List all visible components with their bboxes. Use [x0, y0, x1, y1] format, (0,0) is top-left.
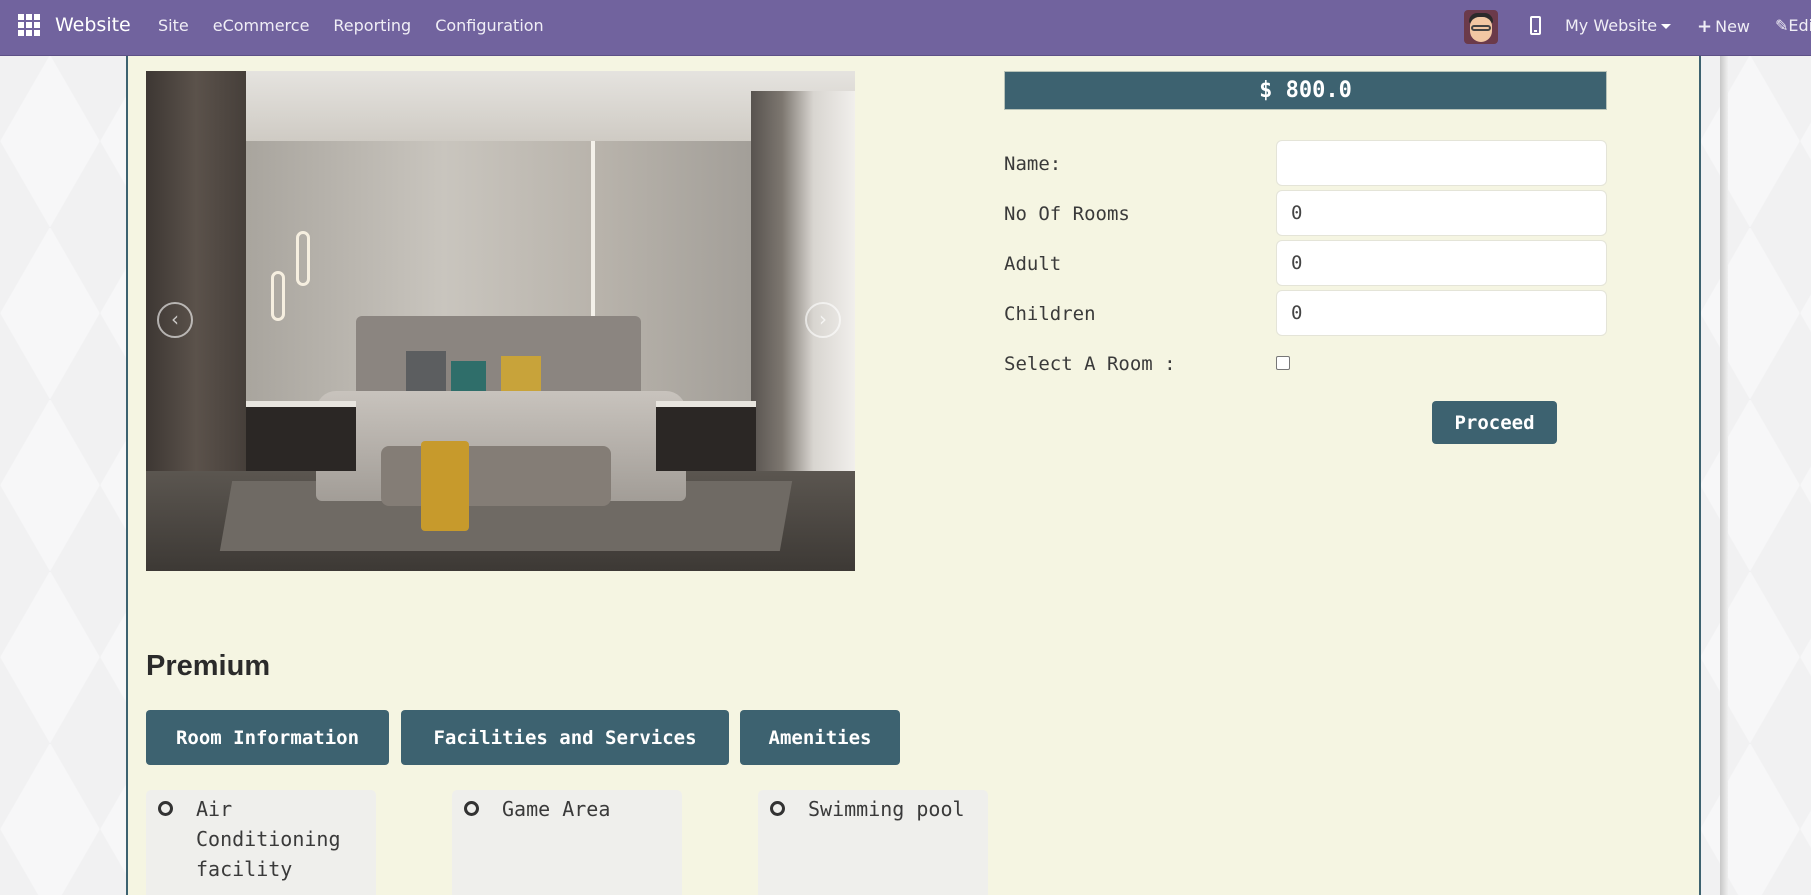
- children-input[interactable]: [1276, 290, 1607, 336]
- user-avatar[interactable]: [1464, 10, 1498, 44]
- image-ceiling: [146, 71, 855, 141]
- carousel-prev-icon[interactable]: ‹: [157, 302, 193, 338]
- tab-amenities[interactable]: Amenities: [740, 710, 900, 765]
- circle-icon: [158, 801, 173, 816]
- menu-item-site[interactable]: Site: [158, 16, 189, 35]
- name-input[interactable]: [1276, 140, 1607, 186]
- image-light-strip: [591, 141, 595, 331]
- amenity-label: Swimming pool: [808, 797, 965, 821]
- image-lamp: [296, 231, 310, 286]
- pencil-icon: ✎: [1775, 16, 1789, 35]
- image-pillow: [501, 356, 541, 394]
- circle-icon: [770, 801, 785, 816]
- image-wardrobe: [146, 71, 246, 521]
- apps-grid-icon[interactable]: [18, 14, 40, 36]
- room-price: $ 800.0: [1004, 71, 1607, 110]
- circle-icon: [464, 801, 479, 816]
- plus-icon: +: [1697, 16, 1713, 37]
- image-lamp: [271, 271, 285, 321]
- rooms-label: No Of Rooms: [1004, 203, 1130, 225]
- page-edge-shadow: [1720, 56, 1728, 895]
- adult-label: Adult: [1004, 253, 1062, 275]
- select-room-label: Select A Room :: [1004, 353, 1176, 375]
- menu-item-reporting[interactable]: Reporting: [333, 16, 411, 35]
- edit-button-label: Edit: [1788, 16, 1811, 35]
- select-room-checkbox[interactable]: [1276, 356, 1290, 370]
- new-button[interactable]: + New: [1697, 16, 1750, 37]
- tab-facilities-services[interactable]: Facilities and Services: [401, 710, 729, 765]
- image-throw: [421, 441, 469, 531]
- amenity-label: Air Conditioning facility: [196, 797, 341, 881]
- name-label: Name:: [1004, 153, 1062, 175]
- room-image-carousel: [146, 71, 855, 571]
- amenity-item: Swimming pool: [758, 790, 988, 895]
- new-button-label: New: [1715, 17, 1750, 36]
- edit-button[interactable]: ✎Edit: [1775, 16, 1811, 35]
- image-nightstand: [246, 401, 356, 471]
- image-nightstand: [656, 401, 756, 471]
- image-curtain: [751, 91, 855, 521]
- avatar-glasses: [1471, 25, 1491, 31]
- image-pillow: [451, 361, 486, 393]
- mobile-preview-icon[interactable]: [1530, 16, 1541, 35]
- carousel-next-icon[interactable]: ›: [805, 302, 841, 338]
- amenity-item: Game Area: [452, 790, 682, 895]
- website-selector[interactable]: My Website: [1565, 16, 1672, 35]
- amenity-item: Air Conditioning facility: [146, 790, 376, 895]
- image-bench: [381, 446, 611, 506]
- room-category-title: Premium: [146, 650, 271, 682]
- proceed-button[interactable]: Proceed: [1432, 401, 1557, 444]
- app-name[interactable]: Website: [55, 14, 131, 36]
- caret-down-icon: [1661, 24, 1672, 29]
- rooms-input[interactable]: [1276, 190, 1607, 236]
- tab-room-information[interactable]: Room Information: [146, 710, 389, 765]
- main-menu: Site eCommerce Reporting Configuration: [158, 16, 544, 35]
- amenity-label: Game Area: [502, 797, 611, 821]
- website-selector-label: My Website: [1565, 16, 1658, 35]
- menu-item-ecommerce[interactable]: eCommerce: [213, 16, 310, 35]
- top-navbar: Website Site eCommerce Reporting Configu…: [0, 0, 1811, 56]
- menu-item-configuration[interactable]: Configuration: [435, 16, 544, 35]
- children-label: Children: [1004, 303, 1096, 325]
- adult-input[interactable]: [1276, 240, 1607, 286]
- image-pillow: [406, 351, 446, 391]
